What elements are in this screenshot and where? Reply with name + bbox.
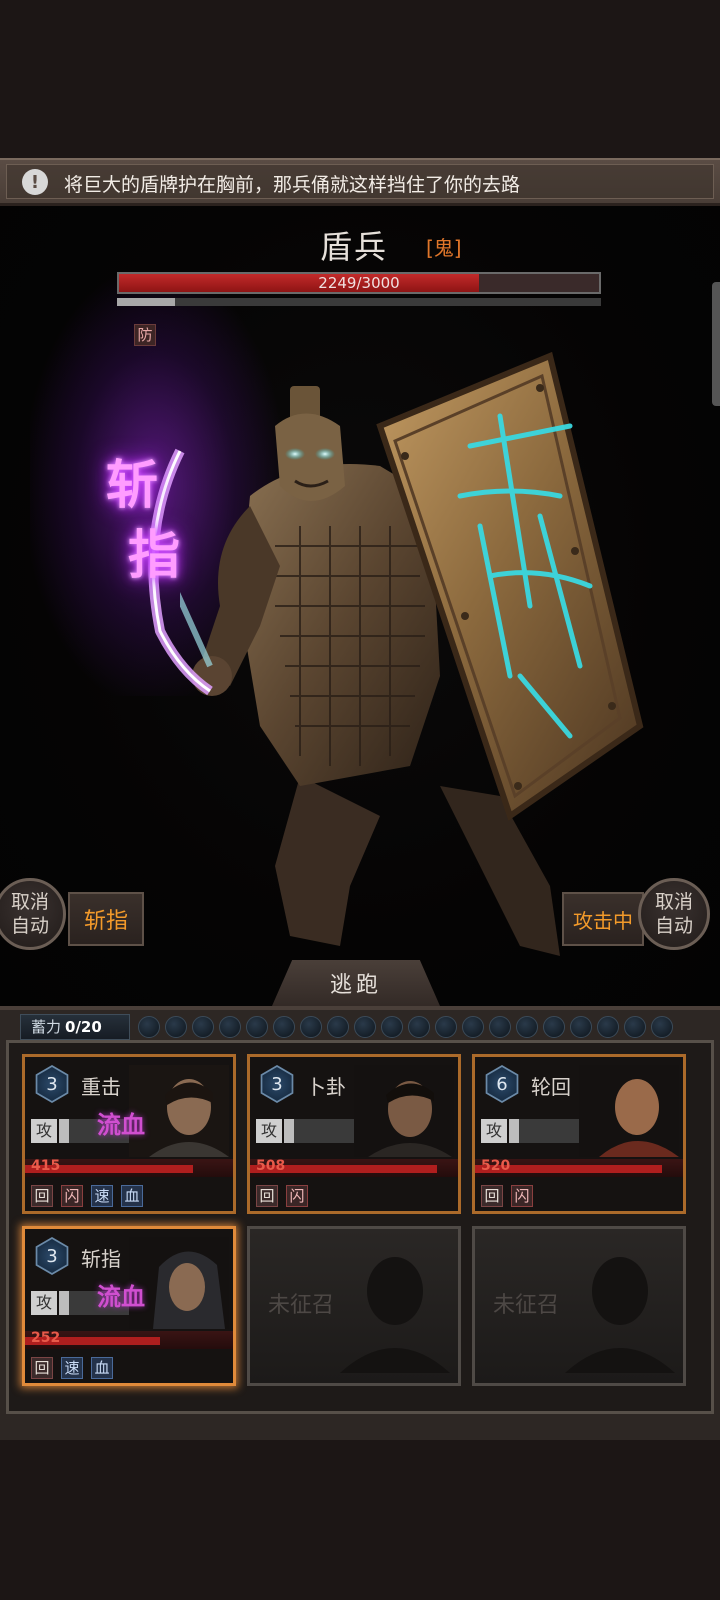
skill-effect-overlay: 斩 指 bbox=[100, 431, 250, 731]
energy-pip bbox=[246, 1016, 268, 1038]
energy-pip bbox=[489, 1016, 511, 1038]
tag-dodge: 闪 bbox=[511, 1185, 533, 1207]
card-hp-value: 508 bbox=[256, 1158, 286, 1174]
empty-slot-label: 未征召 bbox=[268, 1293, 335, 1318]
energy-value: 0/20 bbox=[65, 1018, 102, 1036]
tag-recover: 回 bbox=[31, 1185, 53, 1207]
skill-slash-finger-button[interactable]: 斩指 bbox=[68, 892, 144, 946]
card-skill-name: 重击 bbox=[81, 1075, 121, 1099]
silhouette-icon bbox=[340, 1257, 450, 1373]
energy-pip bbox=[192, 1016, 214, 1038]
energy-label: 蓄力 bbox=[31, 1018, 62, 1036]
message-bar: ! 将巨大的盾牌护在胸前，那兵俑就这样挡住了你的去路 bbox=[0, 158, 720, 206]
empty-slot-2[interactable]: 未征召 bbox=[472, 1226, 686, 1386]
hero-portrait-2 bbox=[354, 1065, 454, 1157]
side-scroll-handle[interactable] bbox=[712, 282, 720, 406]
enemy-name: 盾兵 bbox=[320, 228, 389, 266]
cancel-auto-button-left[interactable]: 取消 自动 bbox=[0, 878, 66, 950]
card-type-badge: 攻 bbox=[481, 1119, 507, 1143]
card-skill-name: 轮回 bbox=[531, 1075, 571, 1099]
empty-slot-label: 未征召 bbox=[493, 1293, 560, 1318]
tag-dodge: 闪 bbox=[286, 1185, 308, 1207]
energy-pip bbox=[408, 1016, 430, 1038]
cancel-auto-label-left: 取消 自动 bbox=[10, 891, 49, 937]
card-type-badge: 攻 bbox=[31, 1119, 57, 1143]
cancel-auto-button-right[interactable]: 取消 自动 bbox=[638, 878, 710, 950]
card-type-bar bbox=[284, 1119, 354, 1143]
silhouette-icon bbox=[565, 1257, 675, 1373]
flee-button[interactable]: 逃跑 bbox=[272, 960, 440, 1006]
tag-dodge: 闪 bbox=[61, 1185, 83, 1207]
cancel-auto-label-right: 取消 自动 bbox=[654, 891, 693, 937]
card-tags: 回 闪 bbox=[256, 1185, 308, 1207]
card-type-badge: 攻 bbox=[256, 1119, 282, 1143]
card-type-badge: 攻 bbox=[31, 1291, 57, 1315]
bottom-spacer bbox=[0, 1440, 720, 1600]
card-hp-value: 415 bbox=[31, 1158, 61, 1174]
hero-portrait-3 bbox=[579, 1065, 679, 1157]
energy-counter: 蓄力 0/20 bbox=[20, 1014, 130, 1040]
info-icon: ! bbox=[22, 169, 48, 195]
tag-speed: 速 bbox=[61, 1357, 83, 1379]
energy-pip bbox=[543, 1016, 565, 1038]
card-hp-value: 520 bbox=[481, 1158, 511, 1174]
card-skill-name: 斩指 bbox=[81, 1247, 121, 1271]
enemy-buff-badge: 防 bbox=[134, 324, 156, 346]
energy-pip bbox=[651, 1016, 673, 1038]
enemy-shield-bar bbox=[117, 298, 601, 306]
energy-pips bbox=[138, 1016, 698, 1040]
enemy-portrait[interactable] bbox=[180, 346, 660, 986]
battle-scene: 盾兵 [鬼] 2249/3000 防 斩 指 取消 自动 斩指 攻击中 取消 自… bbox=[0, 206, 720, 1006]
enemy-hp-text: 2249/3000 bbox=[318, 274, 400, 292]
party-panel: 蓄力 0/20 3 重击 攻 流血 415 回 闪 速 血 3 卜卦 攻 508… bbox=[0, 1006, 720, 1440]
tag-speed: 速 bbox=[91, 1185, 113, 1207]
card-tags: 回 闪 bbox=[481, 1185, 533, 1207]
energy-pip bbox=[570, 1016, 592, 1038]
enemy-hp-bar: 2249/3000 bbox=[117, 272, 601, 294]
tag-recover: 回 bbox=[31, 1357, 53, 1379]
card-tags: 回 闪 速 血 bbox=[31, 1185, 143, 1207]
tag-recover: 回 bbox=[481, 1185, 503, 1207]
card-status-effect: 流血 bbox=[97, 1111, 145, 1139]
party-card-2[interactable]: 3 卜卦 攻 508 回 闪 bbox=[247, 1054, 461, 1214]
energy-pip bbox=[327, 1016, 349, 1038]
energy-pip bbox=[219, 1016, 241, 1038]
card-tags: 回 速 血 bbox=[31, 1357, 113, 1379]
energy-pip bbox=[597, 1016, 619, 1038]
party-card-3[interactable]: 6 轮回 攻 520 回 闪 bbox=[472, 1054, 686, 1214]
party-card-1[interactable]: 3 重击 攻 流血 415 回 闪 速 血 bbox=[22, 1054, 236, 1214]
energy-pip bbox=[273, 1016, 295, 1038]
card-hp-value: 252 bbox=[31, 1330, 61, 1346]
energy-pip bbox=[381, 1016, 403, 1038]
tag-blood: 血 bbox=[91, 1357, 113, 1379]
tag-blood: 血 bbox=[121, 1185, 143, 1207]
card-status-effect: 流血 bbox=[97, 1283, 145, 1311]
energy-pip bbox=[300, 1016, 322, 1038]
card-type-bar bbox=[509, 1119, 579, 1143]
energy-pip bbox=[462, 1016, 484, 1038]
energy-pip bbox=[354, 1016, 376, 1038]
energy-pip bbox=[165, 1016, 187, 1038]
attack-status-button[interactable]: 攻击中 bbox=[562, 892, 644, 946]
energy-pip bbox=[138, 1016, 160, 1038]
enemy-type-tag: [鬼] bbox=[426, 236, 462, 260]
enemy-shield-fill bbox=[117, 298, 176, 306]
energy-pip bbox=[516, 1016, 538, 1038]
battle-message: 将巨大的盾牌护在胸前，那兵俑就这样挡住了你的去路 bbox=[64, 174, 521, 196]
card-skill-name: 卜卦 bbox=[306, 1075, 346, 1099]
skill-effect-char-1: 斩 bbox=[106, 456, 159, 516]
energy-pip bbox=[624, 1016, 646, 1038]
top-spacer bbox=[0, 0, 720, 158]
energy-pip bbox=[435, 1016, 457, 1038]
party-card-4[interactable]: 3 斩指 攻 流血 252 回 速 血 bbox=[22, 1226, 236, 1386]
skill-effect-char-2: 指 bbox=[128, 526, 181, 586]
empty-slot-1[interactable]: 未征召 bbox=[247, 1226, 461, 1386]
tag-recover: 回 bbox=[256, 1185, 278, 1207]
